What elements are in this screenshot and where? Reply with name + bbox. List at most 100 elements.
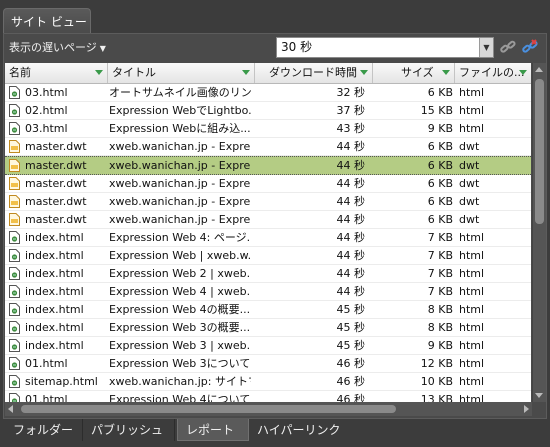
cell-file-type: html <box>459 104 485 117</box>
scroll-left-icon[interactable] <box>8 405 13 413</box>
table-row[interactable]: index.html Expression Web | xweb.w... 44 秒… <box>5 247 531 265</box>
cell-size: 9 KB <box>427 122 453 135</box>
filter-arrow-icon[interactable] <box>360 70 368 75</box>
table-row[interactable]: 01.html Expression Web 3について... 46 秒 12 KB h… <box>5 355 531 373</box>
scroll-up-icon[interactable] <box>535 67 543 72</box>
scroll-down-icon[interactable] <box>535 393 543 398</box>
scroll-thumb[interactable] <box>535 79 544 224</box>
cell-title: xweb.wanichan.jp - Expre... <box>109 140 251 153</box>
tab-reports[interactable]: レポート <box>177 419 249 441</box>
horizontal-scrollbar[interactable] <box>5 402 532 416</box>
table-row[interactable]: index.html Expression Web 4 | xweb.... 44 … <box>5 283 531 301</box>
cell-name: index.html <box>25 285 84 298</box>
cell-size: 9 KB <box>427 339 453 352</box>
cell-title: Expression Web 4: ページ... <box>109 231 251 244</box>
cell-file-type: html <box>459 231 485 244</box>
table-row[interactable]: index.html Expression Web 4の概要... 45 秒 8 KB… <box>5 301 531 319</box>
download-time-value: 30 秒 <box>281 40 313 54</box>
cell-download-time: 32 秒 <box>336 86 366 99</box>
filter-arrow-icon[interactable] <box>242 70 250 75</box>
cell-download-time: 46 秒 <box>336 357 366 370</box>
column-header-download-time[interactable]: ダウンロード時間 <box>255 63 373 83</box>
chevron-down-icon: ▼ <box>99 44 106 53</box>
cell-download-time: 45 秒 <box>336 339 366 352</box>
cell-size: 7 KB <box>427 267 453 280</box>
filter-arrow-icon[interactable] <box>519 70 527 75</box>
tab-publishing[interactable]: パブリッシュ <box>83 419 175 441</box>
cell-title: xweb.wanichan.jp - Expre... <box>109 195 251 208</box>
cell-download-time: 46 秒 <box>336 393 366 402</box>
table-row[interactable]: index.html Expression Web 3 | xweb.... 45 … <box>5 337 531 355</box>
column-header-title[interactable]: タイトル <box>108 63 255 83</box>
vertical-scrollbar[interactable] <box>532 63 546 402</box>
table-row[interactable]: master.dwt xweb.wanichan.jp - Expre... 44 … <box>5 193 531 211</box>
panel-title: サイト ビュー <box>11 15 87 29</box>
cell-file-type: html <box>459 393 485 402</box>
filter-arrow-icon[interactable] <box>442 70 450 75</box>
report-table: 名前 タイトル ダウンロード時間 サイズ ファイルの... 03.html オート… <box>5 63 531 402</box>
cell-file-type: dwt <box>459 195 480 208</box>
cell-size: 13 KB <box>420 393 453 402</box>
cell-name: 01.html <box>25 357 68 370</box>
table-row[interactable]: 03.html オートサムネイル画像のリン... 32 秒 6 KB html <box>5 84 531 102</box>
cell-name: master.dwt <box>25 140 87 153</box>
column-header-name[interactable]: 名前 <box>5 63 108 83</box>
table-row[interactable]: sitemap.html xweb.wanichan.jp: サイトマ... 46 … <box>5 373 531 391</box>
cell-file-type: html <box>459 375 485 388</box>
tab-hyperlinks[interactable]: ハイパーリンク <box>249 419 355 441</box>
cell-title: xweb.wanichan.jp - Expre... <box>109 213 251 226</box>
table-row[interactable]: master.dwt xweb.wanichan.jp - Expre... 44 … <box>5 211 531 229</box>
tab-folders[interactable]: フォルダー <box>5 419 83 441</box>
cell-size: 6 KB <box>427 159 453 172</box>
cell-download-time: 45 秒 <box>336 321 366 334</box>
cell-download-time: 44 秒 <box>336 267 366 280</box>
cell-size: 6 KB <box>427 140 453 153</box>
table-row[interactable]: index.html Expression Web 3の概要... 45 秒 8 KB… <box>5 319 531 337</box>
cell-name: 03.html <box>25 122 68 135</box>
cell-title: Expression Web 3 | xweb.... <box>109 339 251 352</box>
cell-title: Expression Webに組み込... <box>109 122 251 135</box>
cell-download-time: 44 秒 <box>336 177 366 190</box>
table-row[interactable]: 02.html Expression WebでLightbo... 37 秒 15 K… <box>5 102 531 120</box>
cell-file-type: html <box>459 267 485 280</box>
table-row[interactable]: master.dwt xweb.wanichan.jp - Expre... 44 … <box>5 156 531 175</box>
cell-title: Expression Web 3について... <box>109 357 251 370</box>
cell-file-type: html <box>459 285 485 298</box>
cell-title: xweb.wanichan.jp - Expre... <box>109 159 251 172</box>
cell-file-type: html <box>459 303 485 316</box>
link-check-icon[interactable] <box>521 38 539 56</box>
cell-title: xweb.wanichan.jp: サイトマ... <box>109 375 251 388</box>
table-row[interactable]: index.html Expression Web 2 | xweb.... 44 … <box>5 265 531 283</box>
column-header-file-type[interactable]: ファイルの... <box>455 63 531 83</box>
table-header: 名前 タイトル ダウンロード時間 サイズ ファイルの... <box>5 63 531 84</box>
cell-file-type: html <box>459 249 485 262</box>
table-row[interactable]: 03.html Expression Webに組み込... 43 秒 9 KB html <box>5 120 531 138</box>
cell-title: Expression Web 4の概要... <box>109 303 251 316</box>
table-row[interactable]: master.dwt xweb.wanichan.jp - Expre... 44 … <box>5 175 531 193</box>
table-row[interactable]: master.dwt xweb.wanichan.jp - Expre... 44 … <box>5 138 531 156</box>
cell-title: Expression Web 4について... <box>109 393 251 402</box>
cell-title: Expression Web 2 | xweb.... <box>109 267 251 280</box>
filter-arrow-icon[interactable] <box>95 70 103 75</box>
cell-download-time: 44 秒 <box>336 213 366 226</box>
column-header-size[interactable]: サイズ <box>373 63 455 83</box>
download-time-combo[interactable]: 30 秒 ▼ <box>276 37 494 58</box>
cell-size: 10 KB <box>420 375 453 388</box>
cell-download-time: 44 秒 <box>336 140 366 153</box>
cell-name: index.html <box>25 267 84 280</box>
report-view-dropdown[interactable]: 表示の遅いページ ▼ <box>9 40 106 56</box>
cell-name: master.dwt <box>25 159 87 172</box>
cell-download-time: 37 秒 <box>336 104 366 117</box>
table-row[interactable]: 01.html Expression Web 4について... 46 秒 13 KB h… <box>5 391 531 402</box>
chevron-down-icon[interactable]: ▼ <box>479 38 493 57</box>
cell-download-time: 44 秒 <box>336 231 366 244</box>
broken-link-icon[interactable] <box>499 38 517 56</box>
cell-file-type: dwt <box>459 140 480 153</box>
cell-title: Expression Web 3の概要... <box>109 321 251 334</box>
cell-size: 6 KB <box>427 213 453 226</box>
scrollbar-corner <box>532 402 546 416</box>
panel-tab-site-view[interactable]: サイト ビュー <box>3 8 91 34</box>
scroll-right-icon[interactable] <box>524 405 529 413</box>
table-row[interactable]: index.html Expression Web 4: ページ... 44 秒 7 … <box>5 229 531 247</box>
scroll-thumb[interactable] <box>21 405 396 413</box>
